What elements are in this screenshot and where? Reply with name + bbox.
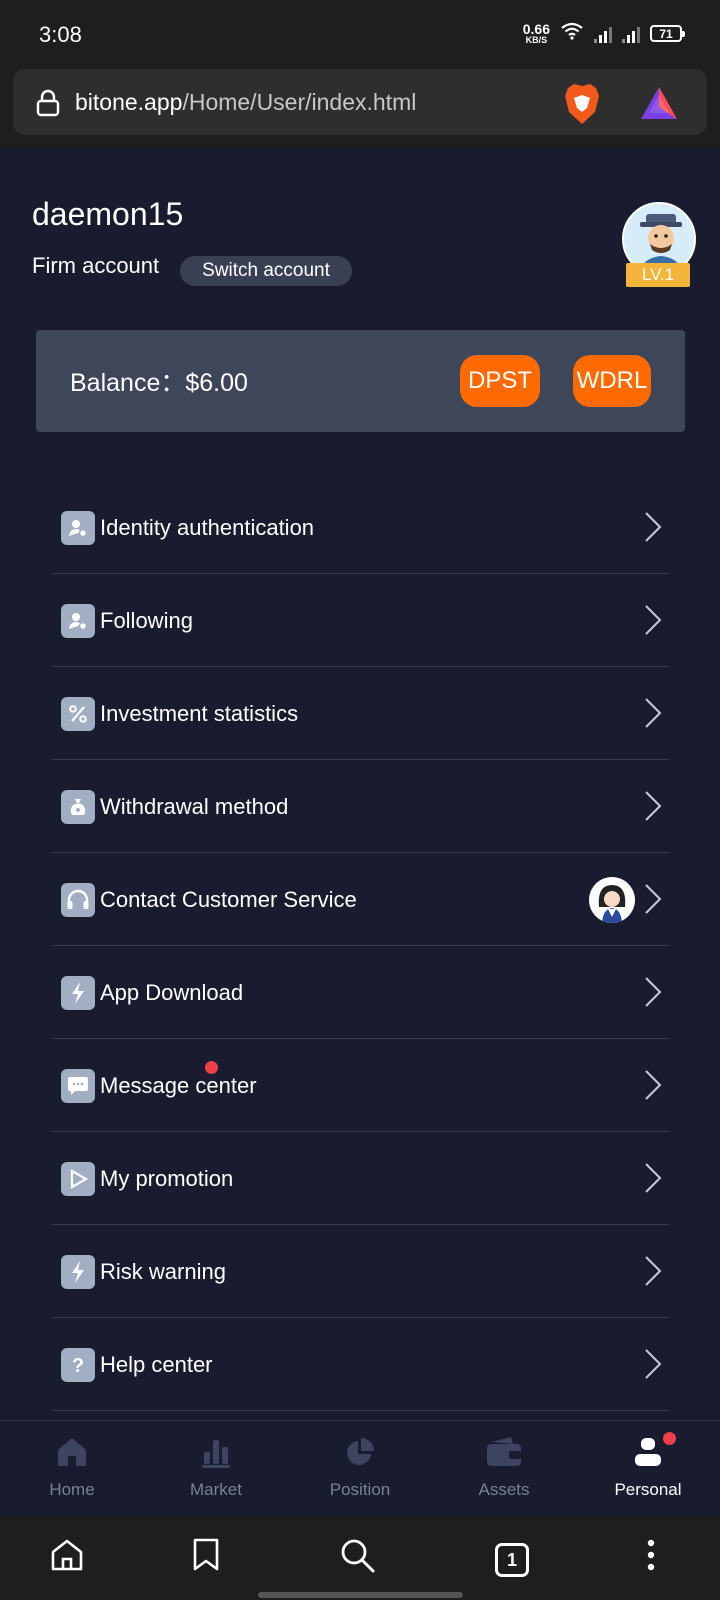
- notification-dot: [205, 1061, 218, 1074]
- nav-home[interactable]: Home: [0, 1421, 144, 1517]
- battery-indicator: 71: [650, 25, 685, 42]
- lightning-icon: [61, 1255, 95, 1289]
- menu-item-app-download[interactable]: App Download: [52, 946, 669, 1039]
- browser-toolbar: bitone.app/Home/User/index.html: [0, 60, 720, 148]
- menu-item-label: Help center: [100, 1352, 213, 1377]
- net-speed-value: 0.66: [522, 21, 550, 37]
- money-bag-icon: [61, 790, 95, 824]
- withdraw-button[interactable]: WDRL: [573, 355, 651, 407]
- url-host: bitone.app: [75, 89, 183, 115]
- menu-item-following[interactable]: Following: [52, 574, 669, 667]
- nav-assets[interactable]: Assets: [432, 1421, 576, 1517]
- search-icon[interactable]: [340, 1538, 376, 1579]
- chevron-right-icon: [643, 1255, 663, 1292]
- menu-item-label: Withdrawal method: [100, 794, 289, 819]
- user-badge-icon: [61, 511, 95, 545]
- net-speed: 0.66 KB/S: [523, 22, 550, 45]
- bar-chart-icon: [200, 1436, 232, 1473]
- menu-item-investment-statistics[interactable]: Investment statistics: [52, 667, 669, 760]
- balance-card: Balance：$6.00 DPST WDRL: [36, 330, 685, 432]
- chevron-right-icon: [643, 883, 663, 920]
- svg-text:?: ?: [72, 1355, 84, 1377]
- net-speed-unit: KB/S: [525, 35, 548, 45]
- nav-label: Position: [329, 1480, 391, 1499]
- balance-text: Balance：$6.00: [70, 369, 248, 397]
- nav-label: Home: [49, 1480, 95, 1499]
- more-menu-icon[interactable]: [645, 1538, 657, 1577]
- bottom-nav: Home Market Position Assets Personal: [0, 1420, 720, 1516]
- browser-bottom-bar: [0, 1516, 720, 1600]
- chevron-right-icon: [643, 976, 663, 1013]
- level-badge: LV.1: [626, 263, 690, 287]
- switch-account-button[interactable]: Switch account: [180, 256, 352, 286]
- tab-switcher-button[interactable]: 1: [495, 1543, 529, 1577]
- account-type: Firm account: [32, 253, 160, 278]
- headset-icon: [61, 883, 95, 917]
- signal-icon: [594, 25, 612, 43]
- notification-dot: [663, 1432, 676, 1445]
- home-indicator[interactable]: [258, 1592, 463, 1598]
- nav-position[interactable]: Position: [288, 1421, 432, 1517]
- address-bar[interactable]: bitone.app/Home/User/index.html: [13, 69, 707, 135]
- wallet-icon: [485, 1436, 523, 1473]
- home-icon[interactable]: [50, 1538, 84, 1577]
- chevron-right-icon: [643, 1069, 663, 1106]
- chevron-right-icon: [643, 1162, 663, 1199]
- chevron-right-icon: [643, 1348, 663, 1385]
- nav-label: Assets: [478, 1480, 530, 1499]
- chat-icon: [61, 1069, 95, 1103]
- person-icon: [632, 1436, 664, 1473]
- menu-item-my-promotion[interactable]: My promotion: [52, 1132, 669, 1225]
- user-follow-icon: [61, 604, 95, 638]
- chevron-right-icon: [643, 604, 663, 641]
- url-text[interactable]: bitone.app/Home/User/index.html: [75, 89, 416, 116]
- menu-item-label: Risk warning: [100, 1259, 226, 1284]
- menu-item-label: Identity authentication: [100, 515, 315, 540]
- signal-icon-2: [622, 25, 640, 43]
- nav-personal[interactable]: Personal: [576, 1421, 720, 1517]
- menu-item-label: App Download: [100, 980, 244, 1005]
- menu-item-help-center[interactable]: ? Help center: [52, 1318, 669, 1411]
- customer-service-avatar: [589, 877, 635, 923]
- bookmark-icon[interactable]: [192, 1538, 220, 1577]
- menu-item-risk-warning[interactable]: Risk warning: [52, 1225, 669, 1318]
- brave-shield-icon[interactable]: [562, 82, 602, 131]
- chevron-right-icon: [643, 697, 663, 734]
- question-icon: ?: [61, 1348, 95, 1382]
- menu-item-withdrawal-method[interactable]: Withdrawal method: [52, 760, 669, 853]
- pie-chart-icon: [344, 1436, 376, 1473]
- lock-icon[interactable]: [35, 89, 61, 122]
- menu-item-label: Following: [100, 608, 193, 633]
- home-icon: [55, 1436, 89, 1473]
- deposit-button[interactable]: DPST: [460, 355, 540, 407]
- lightning-icon: [61, 976, 95, 1010]
- menu-item-label: Contact Customer Service: [100, 887, 357, 912]
- percent-icon: [61, 697, 95, 731]
- url-path: /Home/User/index.html: [182, 89, 417, 115]
- nav-label: Market: [190, 1480, 242, 1499]
- status-indicators: 0.66 KB/S 71: [523, 22, 685, 45]
- menu-item-label: Message center: [100, 1073, 257, 1098]
- wifi-icon: [560, 22, 584, 45]
- nav-market[interactable]: Market: [144, 1421, 288, 1517]
- menu-item-label: Investment statistics: [100, 701, 299, 726]
- menu-item-message-center[interactable]: Message center: [52, 1039, 669, 1132]
- play-icon: [61, 1162, 95, 1196]
- menu-item-contact-customer-service[interactable]: Contact Customer Service: [52, 853, 669, 946]
- app-root: 3:08 0.66 KB/S 71 bitone.app/Home/User/i…: [0, 0, 720, 1600]
- menu-item-identity-authentication[interactable]: Identity authentication: [52, 481, 669, 574]
- nav-label: Personal: [614, 1480, 682, 1499]
- chevron-right-icon: [643, 790, 663, 827]
- menu-list: Identity authentication Following Invest…: [52, 481, 669, 1411]
- rewards-icon[interactable]: [639, 85, 679, 126]
- username: daemon15: [32, 196, 184, 232]
- menu-item-label: My promotion: [100, 1166, 234, 1191]
- status-time: 3:08: [39, 22, 82, 47]
- chevron-right-icon: [643, 511, 663, 548]
